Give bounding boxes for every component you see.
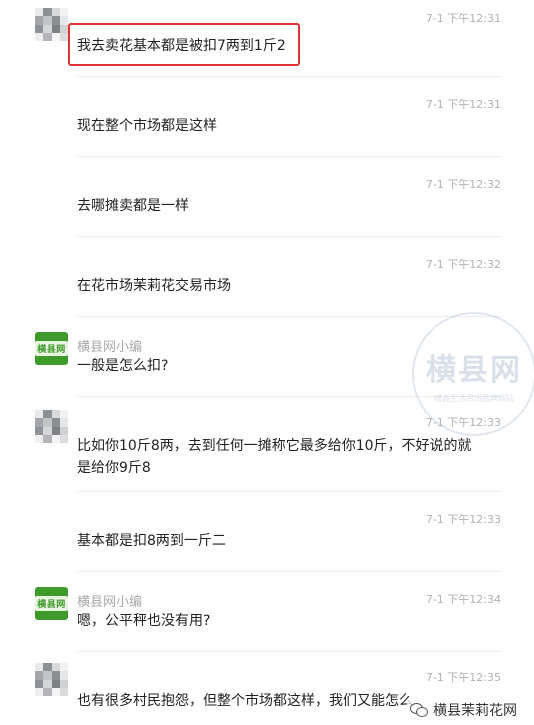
message-text: 比如你10斤8两，去到任何一摊称它最多给你10斤，不好说的就是给你9斤8 bbox=[77, 438, 472, 476]
divider bbox=[77, 651, 501, 652]
editor-avatar-label: 横县网 bbox=[35, 596, 68, 611]
message-3: 7-1 下午12:32 去哪摊卖都是一样 bbox=[0, 166, 534, 237]
message-time: 7-1 下午12:32 bbox=[425, 178, 501, 191]
divider bbox=[77, 571, 501, 572]
bottom-brand-label: 横县茉莉花网 bbox=[433, 703, 517, 719]
user-avatar[interactable] bbox=[35, 410, 68, 443]
message-text: 嗯，公平秤也没有用? bbox=[77, 613, 211, 629]
divider bbox=[77, 396, 501, 397]
wechat-icon bbox=[410, 703, 428, 717]
message-text: 现在整个市场都是这样 bbox=[77, 118, 217, 134]
message-time: 7-1 下午12:34 bbox=[425, 593, 501, 606]
divider bbox=[77, 491, 501, 492]
message-text: 一般是怎么扣? bbox=[77, 358, 169, 374]
divider bbox=[77, 316, 501, 317]
message-time: 7-1 下午12:33 bbox=[425, 416, 501, 429]
message-text: 基本都是扣8两到一斤二 bbox=[77, 533, 226, 549]
divider bbox=[77, 76, 501, 77]
user-avatar[interactable] bbox=[35, 663, 68, 696]
message-time: 7-1 下午12:31 bbox=[425, 12, 501, 25]
editor-avatar-label: 横县网 bbox=[35, 341, 68, 356]
editor-avatar[interactable]: 横县网 bbox=[35, 332, 68, 365]
editor-avatar[interactable]: 横县网 bbox=[35, 587, 68, 620]
message-text: 在花市场茉莉花交易市场 bbox=[77, 278, 231, 294]
message-7: 7-1 下午12:33 基本都是扣8两到一斤二 bbox=[0, 501, 534, 572]
sender-name: 横县网小编 bbox=[77, 595, 143, 610]
message-1: 7-1 下午12:31 我去卖花基本都是被扣7两到1斤2 bbox=[0, 0, 534, 77]
bottom-brand: 横县茉莉花网 bbox=[407, 699, 520, 721]
message-time: 7-1 下午12:33 bbox=[425, 513, 501, 526]
message-8: 横县网 横县网小编 7-1 下午12:34 嗯，公平秤也没有用? bbox=[0, 581, 534, 652]
message-time: 7-1 下午12:32 bbox=[425, 258, 501, 271]
highlight-box bbox=[68, 23, 300, 66]
divider bbox=[77, 156, 501, 157]
sender-name: 横县网小编 bbox=[77, 340, 143, 355]
message-2: 7-1 下午12:31 现在整个市场都是这样 bbox=[0, 86, 534, 157]
message-6: 7-1 下午12:33 比如你10斤8两，去到任何一摊称它最多给你10斤，不好说… bbox=[0, 406, 534, 492]
divider bbox=[77, 236, 501, 237]
message-5: 横县网 横县网小编 一般是怎么扣? bbox=[0, 326, 534, 397]
user-avatar[interactable] bbox=[35, 8, 68, 41]
message-4: 7-1 下午12:32 在花市场茉莉花交易市场 bbox=[0, 246, 534, 317]
message-text: 去哪摊卖都是一样 bbox=[77, 198, 189, 214]
message-time: 7-1 下午12:35 bbox=[425, 671, 501, 684]
message-time: 7-1 下午12:31 bbox=[425, 98, 501, 111]
